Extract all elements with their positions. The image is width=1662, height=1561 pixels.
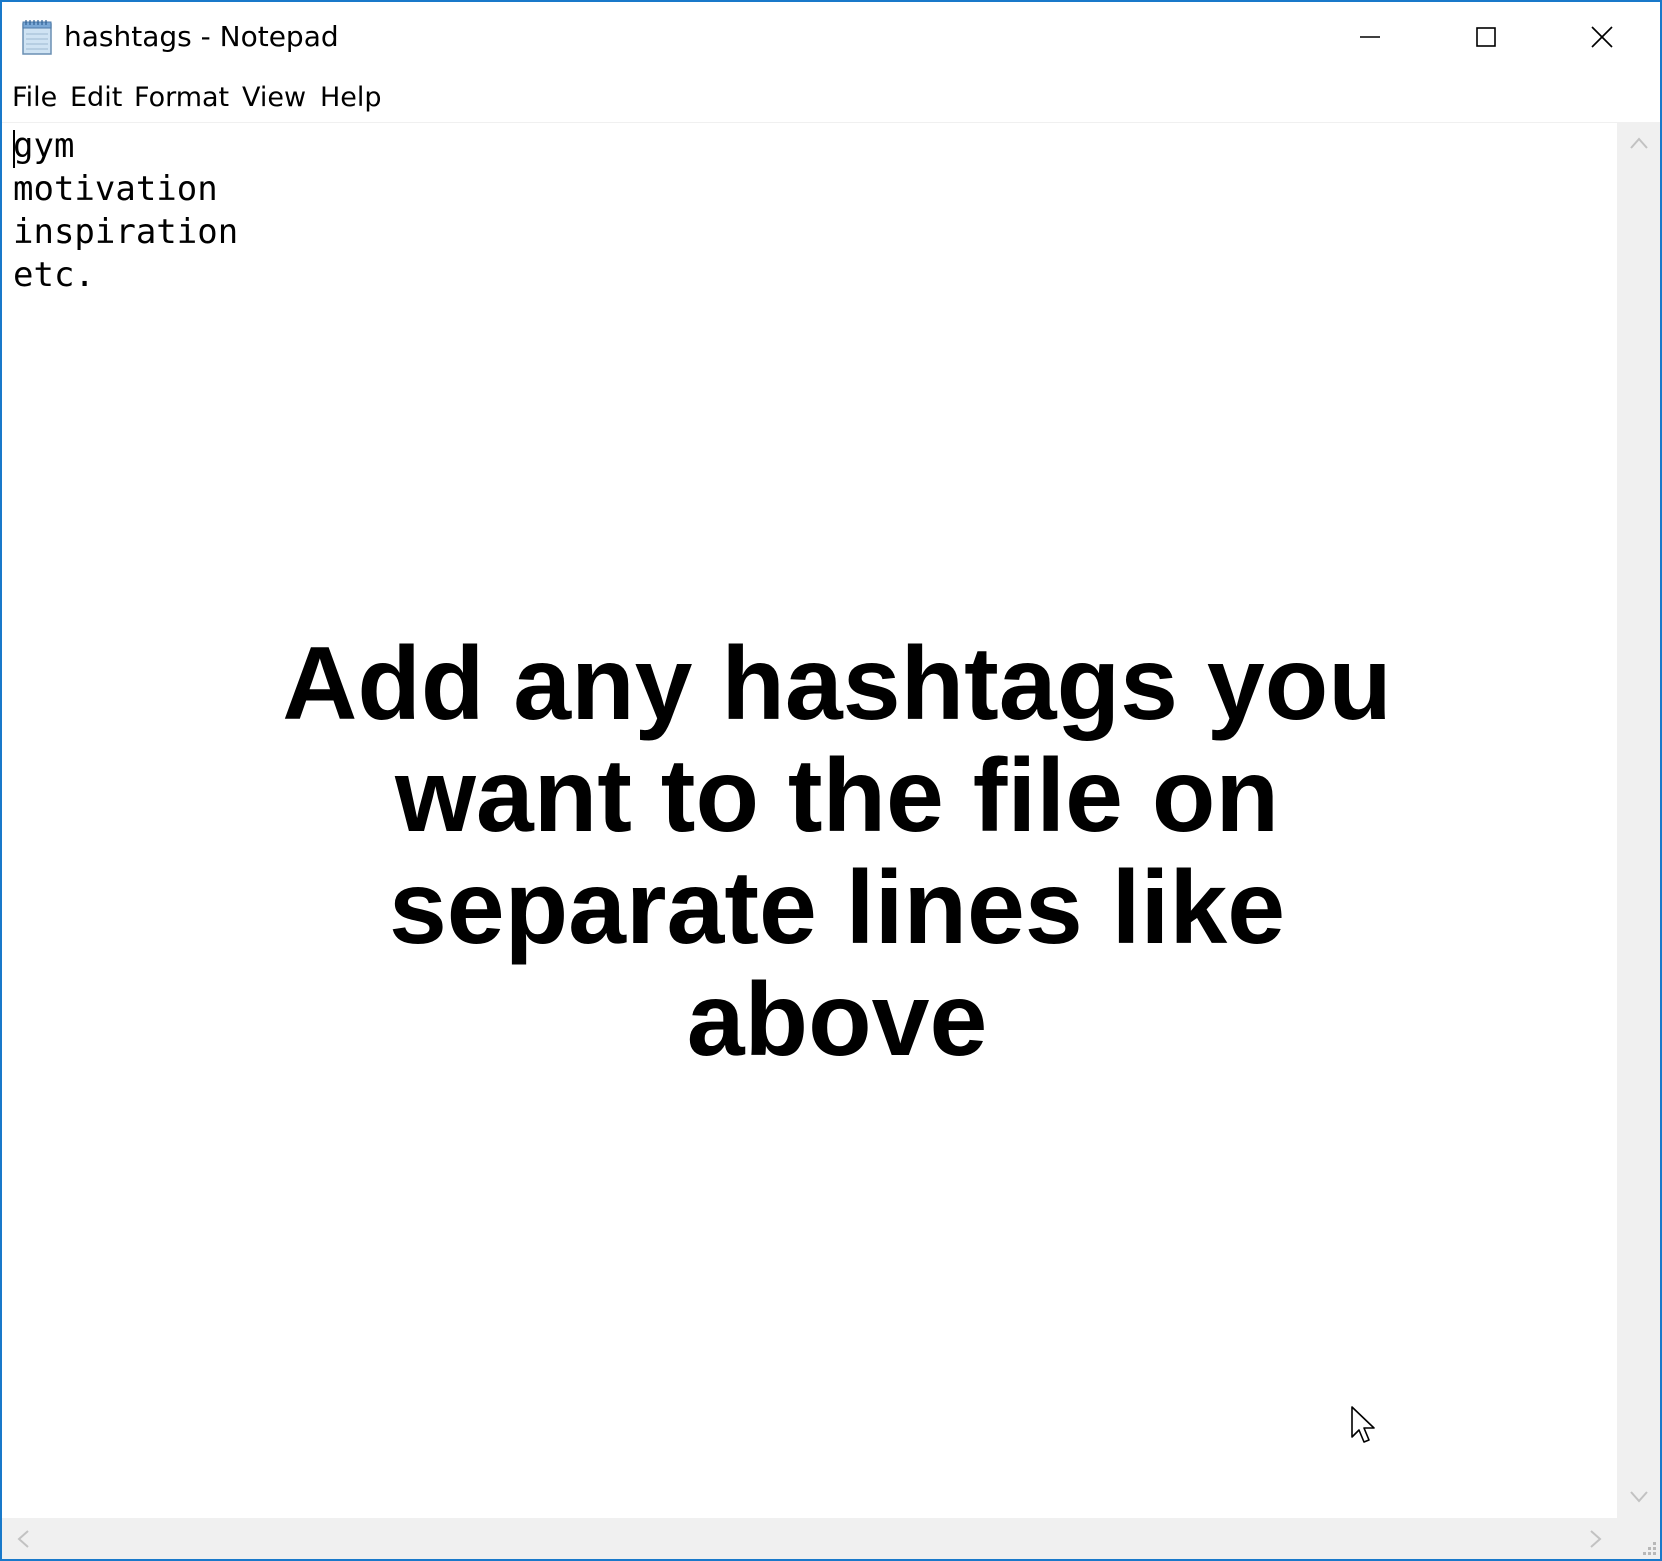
chevron-right-icon xyxy=(1590,1529,1602,1548)
resize-grip[interactable] xyxy=(1617,1518,1660,1559)
vertical-scrollbar[interactable] xyxy=(1617,122,1660,1518)
menu-help[interactable]: Help xyxy=(318,81,384,115)
mouse-pointer-icon xyxy=(1351,1406,1375,1443)
close-icon xyxy=(1591,26,1613,48)
scroll-right-button[interactable] xyxy=(1575,1518,1617,1559)
notepad-window: hashtags - Notepad File Edit Format View… xyxy=(0,0,1662,1561)
menu-format[interactable]: Format xyxy=(132,81,231,115)
title-bar[interactable]: hashtags - Notepad xyxy=(2,2,1660,72)
window-title: hashtags - Notepad xyxy=(64,20,339,53)
maximize-button[interactable] xyxy=(1428,2,1544,72)
resize-grip-icon xyxy=(1643,1542,1656,1555)
text-editor[interactable]: gym motivation inspiration etc. Add any … xyxy=(2,122,1617,1519)
menu-edit[interactable]: Edit xyxy=(68,81,124,115)
horizontal-scrollbar[interactable] xyxy=(2,1518,1617,1559)
scroll-left-button[interactable] xyxy=(2,1518,44,1559)
scroll-up-button[interactable] xyxy=(1617,122,1660,164)
chevron-down-icon xyxy=(1629,1491,1648,1503)
editor-content[interactable]: gym motivation inspiration etc. xyxy=(13,125,238,297)
chevron-left-icon xyxy=(17,1529,29,1548)
menu-file[interactable]: File xyxy=(10,81,59,115)
menu-view[interactable]: View xyxy=(240,81,308,115)
maximize-icon xyxy=(1476,27,1496,47)
chevron-up-icon xyxy=(1629,137,1648,149)
text-caret xyxy=(13,130,15,168)
minimize-icon xyxy=(1360,36,1380,38)
notepad-icon xyxy=(22,20,52,55)
instruction-caption: Add any hashtags you want to the file on… xyxy=(282,626,1392,1078)
minimize-button[interactable] xyxy=(1312,2,1428,72)
scroll-down-button[interactable] xyxy=(1617,1476,1660,1518)
menu-bar: File Edit Format View Help xyxy=(2,72,1660,122)
close-button[interactable] xyxy=(1544,2,1660,72)
